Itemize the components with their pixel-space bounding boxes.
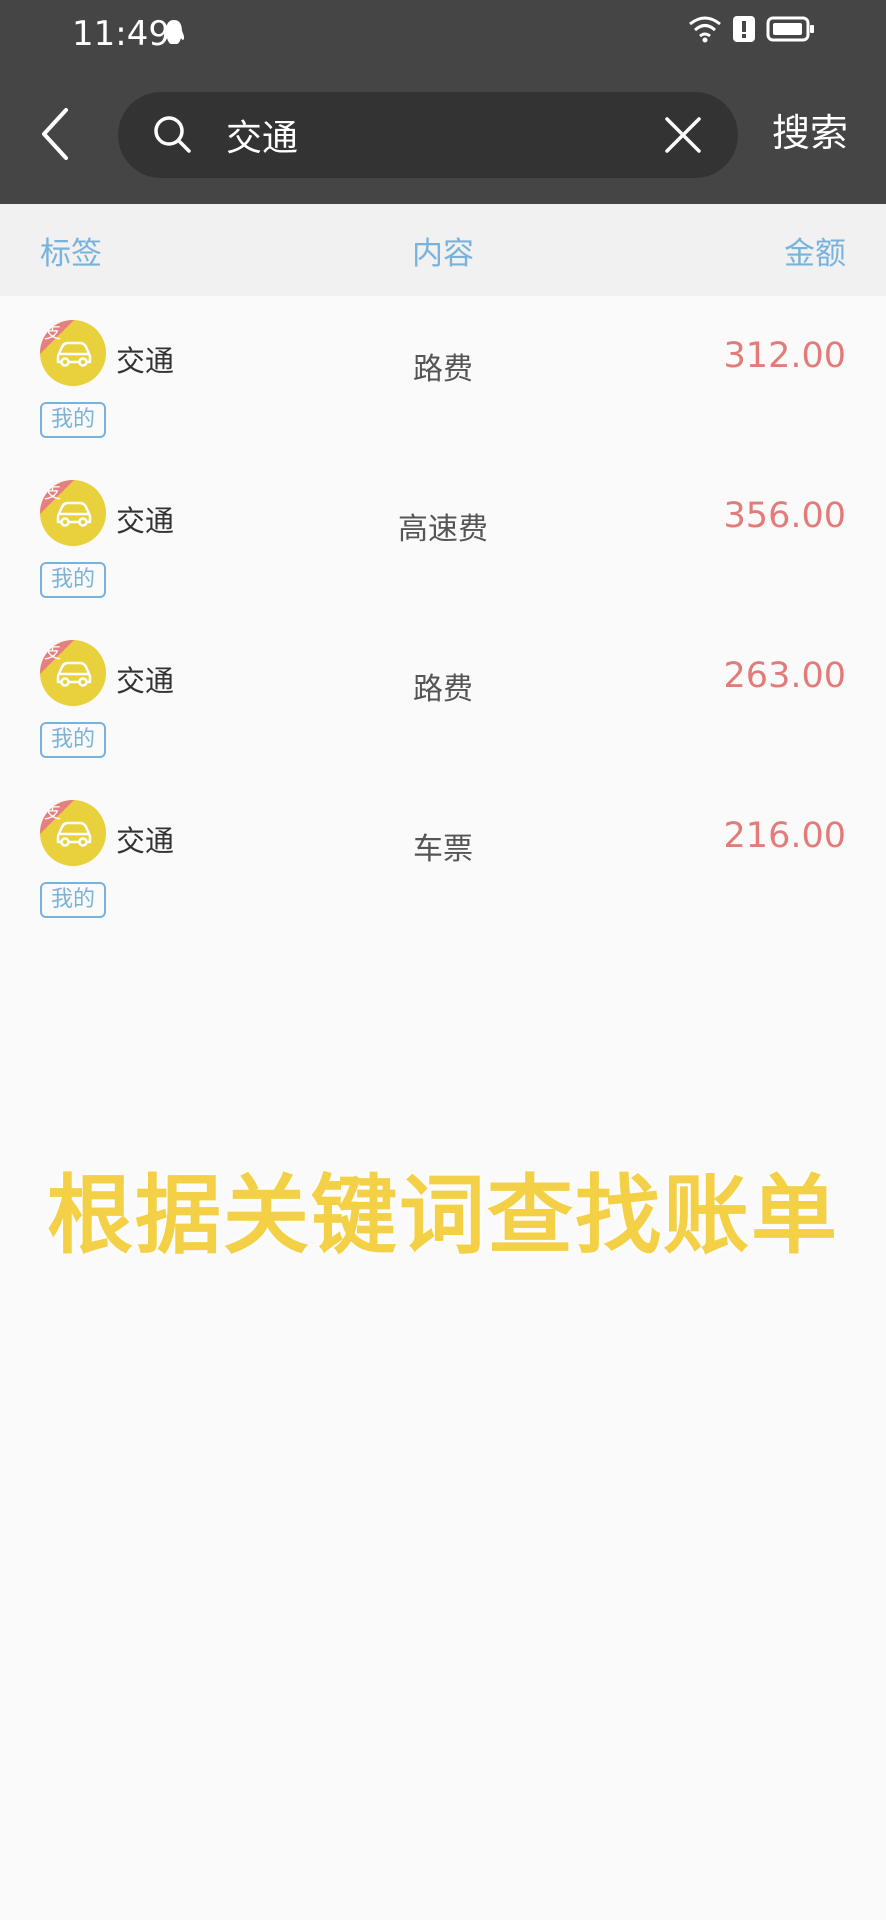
record-amount: 216.00: [723, 816, 846, 856]
qq-penguin-icon: [162, 18, 186, 52]
column-header-tag: 标签: [40, 236, 102, 272]
wifi-icon: [689, 16, 721, 43]
clear-icon[interactable]: [664, 116, 702, 158]
overlay-caption: 根据关键词查找账单: [47, 1166, 839, 1266]
owner-tag: 我的: [40, 402, 106, 438]
owner-tag: 我的: [40, 562, 106, 598]
search-icon: [152, 114, 192, 158]
back-button[interactable]: [36, 106, 76, 162]
record-amount: 356.00: [723, 496, 846, 536]
chevron-left-icon: [42, 108, 68, 160]
alert-icon: [733, 16, 755, 42]
record-row[interactable]: 支 交通 我的 路费 312.00: [0, 300, 886, 460]
search-button[interactable]: 搜索: [772, 108, 848, 158]
record-row[interactable]: 支 交通 我的 路费 263.00: [0, 620, 886, 780]
top-bar: 11:49 搜索: [0, 0, 886, 204]
column-header-amount: 金额: [784, 236, 846, 272]
battery-icon: [766, 16, 814, 42]
owner-tag: 我的: [40, 882, 106, 918]
status-time: 11:49: [72, 14, 170, 54]
status-icons: [688, 14, 816, 44]
owner-tag: 我的: [40, 722, 106, 758]
record-amount: 263.00: [723, 656, 846, 696]
search-box[interactable]: [118, 92, 738, 178]
record-amount: 312.00: [723, 336, 846, 376]
column-headers: 标签 内容 金额: [0, 204, 886, 296]
record-row[interactable]: 支 交通 我的 车票 216.00: [0, 780, 886, 940]
column-header-content: 内容: [412, 236, 474, 272]
record-row[interactable]: 支 交通 我的 高速费 356.00: [0, 460, 886, 620]
search-input[interactable]: [226, 108, 656, 162]
